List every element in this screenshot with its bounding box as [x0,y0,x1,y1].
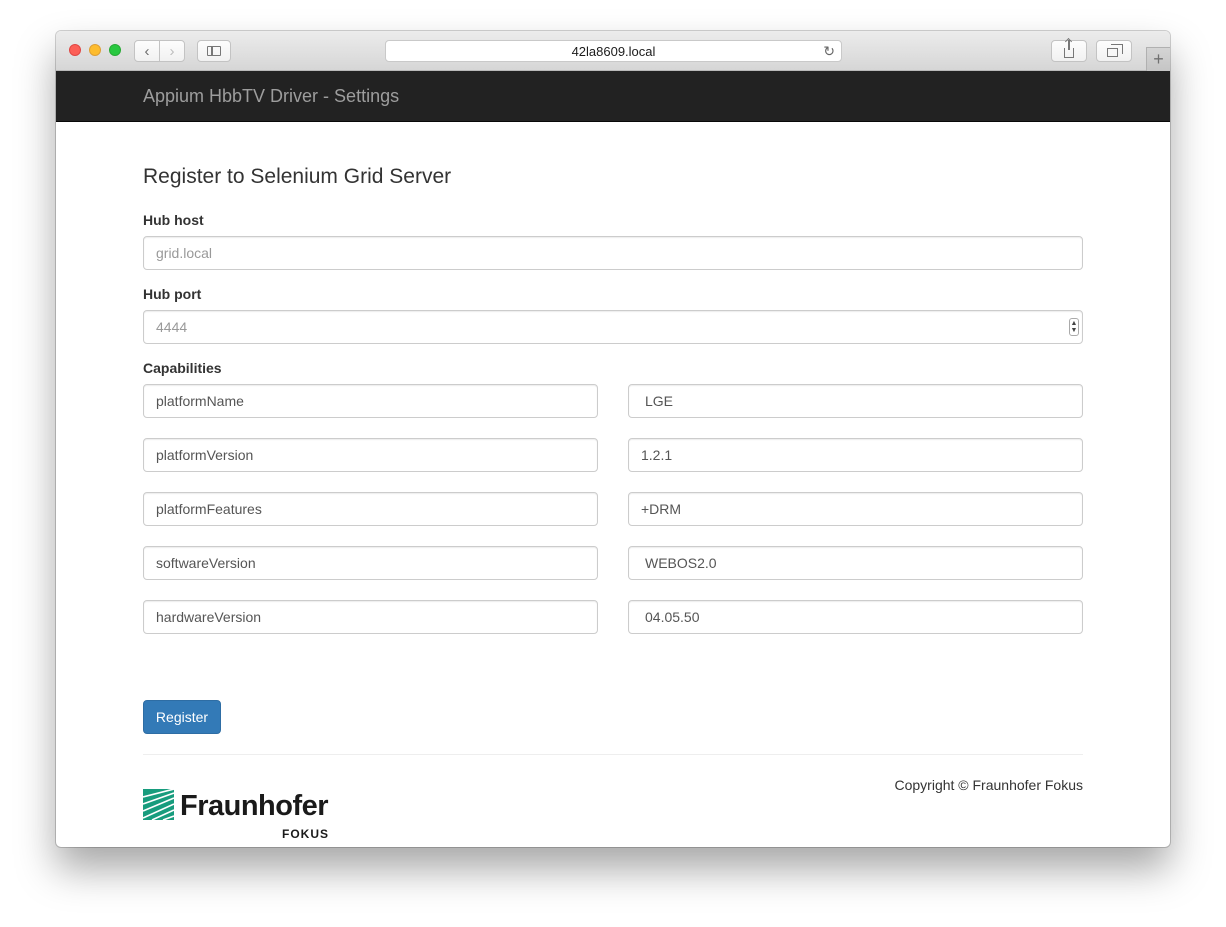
navbar-brand[interactable]: Appium HbbTV Driver - Settings [143,86,399,107]
close-window-button[interactable] [69,44,81,56]
capability-value-text: WEBOS2.0 [645,555,717,571]
show-tabs-button[interactable] [1096,40,1132,62]
hub-port-label: Hub port [143,286,202,302]
capability-value-text: LGE [645,393,674,409]
register-button[interactable]: Register [143,700,221,734]
capability-key-input[interactable]: platformFeatures [143,492,598,526]
hub-port-input[interactable]: 4444 ▲ ▼ [143,310,1083,344]
capability-key-text: platformVersion [156,447,254,463]
tabs-icon [1107,44,1123,57]
back-button[interactable]: ‹ [134,40,160,62]
capability-value-text: 04.05.50 [645,609,700,625]
fraunhofer-logo: Fraunhofer FOKUS [143,789,333,843]
capability-value-text: +DRM [641,501,682,517]
capability-key-input[interactable]: softwareVersion [143,546,598,580]
address-bar[interactable]: 42la8609.local ↻ [385,40,842,62]
capability-value-input[interactable]: LGE [628,384,1083,418]
capability-value-input[interactable]: WEBOS2.0 [628,546,1083,580]
forward-button[interactable]: › [159,40,185,62]
logo-wordmark: Fraunhofer [180,790,329,822]
capability-value-text: 1.2.1 [641,447,673,463]
share-icon [1064,40,1074,58]
page-title: Register to Selenium Grid Server [143,165,452,188]
new-tab-button[interactable]: + [1146,47,1170,71]
title-bar: ‹ › 42la8609.local ↻ + [56,31,1170,71]
capability-key-text: platformName [156,393,244,409]
fraunhofer-logo-mark-icon [143,789,174,820]
url-text: 42la8609.local [571,43,656,59]
capability-key-text: hardwareVersion [156,609,262,625]
chevron-right-icon: › [169,42,175,60]
hub-host-input[interactable]: grid.local [143,236,1083,270]
navbar: Appium HbbTV Driver - Settings [56,71,1170,122]
maximize-window-button[interactable] [109,44,121,56]
footer-divider [143,754,1083,755]
sidebar-icon [207,46,221,56]
reload-icon[interactable]: ↻ [823,43,835,60]
sidebar-toggle-button[interactable] [197,40,231,62]
stepper-icon[interactable]: ▲ ▼ [1069,318,1079,336]
logo-subtitle: FOKUS [282,827,329,841]
browser-window: ‹ › 42la8609.local ↻ + Appium HbbTV Driv… [56,31,1170,847]
hub-port-placeholder: 4444 [156,319,188,335]
plus-icon: + [1153,49,1164,69]
capability-value-input[interactable]: 04.05.50 [628,600,1083,634]
hub-host-label: Hub host [143,212,204,228]
capability-key-text: softwareVersion [156,555,256,571]
chevron-left-icon: ‹ [144,42,150,60]
capability-value-input[interactable]: +DRM [628,492,1083,526]
capability-key-input[interactable]: platformVersion [143,438,598,472]
copyright-text: Copyright © Fraunhofer Fokus [894,777,1083,793]
capability-key-input[interactable]: hardwareVersion [143,600,598,634]
capability-key-text: platformFeatures [156,501,262,517]
share-button[interactable] [1051,40,1087,62]
hub-host-placeholder: grid.local [156,245,213,261]
capabilities-label: Capabilities [143,360,222,376]
minimize-window-button[interactable] [89,44,101,56]
capability-key-input[interactable]: platformName [143,384,598,418]
capability-value-input[interactable]: 1.2.1 [628,438,1083,472]
